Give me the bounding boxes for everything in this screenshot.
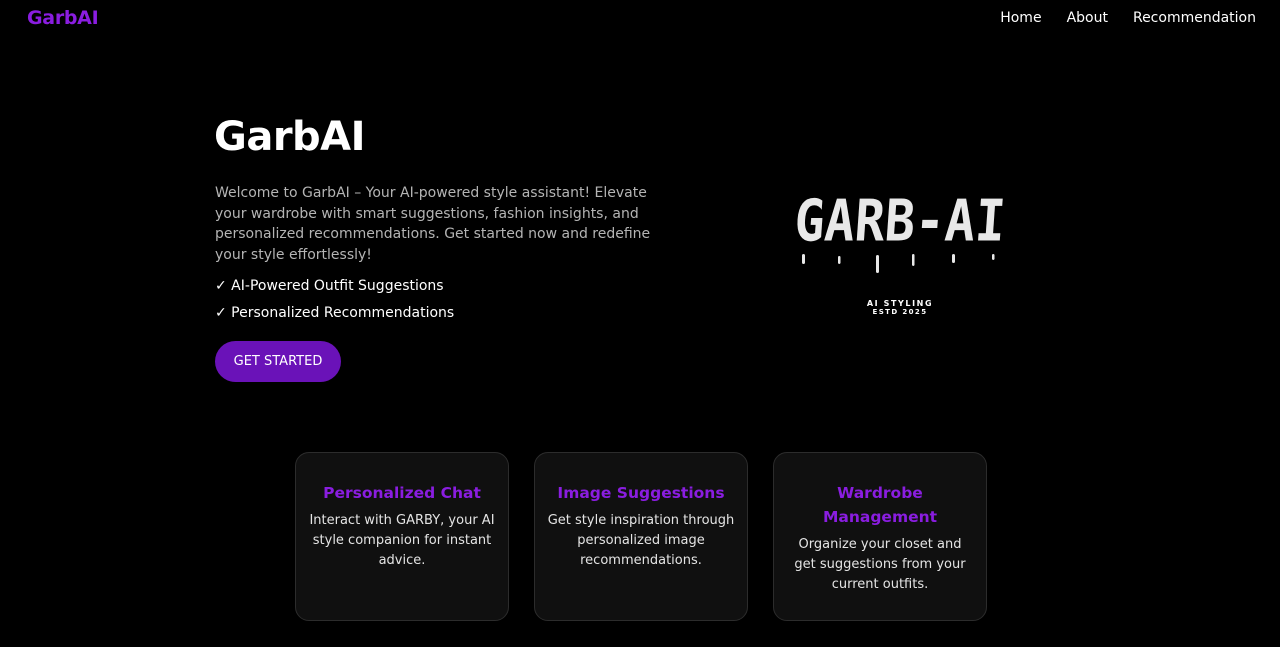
card-text: Interact with GARBY, your AI style compa… (309, 513, 495, 568)
logo-drips-graphic (802, 254, 995, 273)
get-started-button[interactable]: GET STARTED (215, 341, 341, 382)
card-text: Organize your closet and get suggestions… (794, 537, 966, 592)
card-title: Image Suggestions (557, 484, 725, 502)
hero-title: GarbAI (214, 114, 366, 160)
card-title: Personalized Chat (323, 484, 481, 502)
card-wardrobe-management[interactable]: Wardrobe Management Organize your closet… (773, 452, 987, 621)
feature-item-outfit-suggestions: ✓ AI-Powered Outfit Suggestions (215, 278, 444, 294)
nav-link-about[interactable]: About (1067, 10, 1108, 26)
card-personalized-chat[interactable]: Personalized Chat Interact with GARBY, y… (295, 452, 509, 621)
card-image-suggestions[interactable]: Image Suggestions Get style inspiration … (534, 452, 748, 621)
navbar: GarbAI Home About Recommendation (0, 0, 1280, 38)
nav-link-home[interactable]: Home (1000, 10, 1041, 26)
hero-description: Welcome to GarbAI – Your AI-powered styl… (215, 185, 651, 263)
brand-logo-text[interactable]: GarbAI (27, 7, 99, 29)
card-text: Get style inspiration through personaliz… (547, 513, 735, 568)
logo-tagline: AI STYLING (866, 299, 934, 308)
nav-link-recommendation[interactable]: Recommendation (1133, 10, 1256, 26)
logo-established: ESTD 2025 (872, 308, 928, 316)
feature-list: ✓ AI-Powered Outfit Suggestions ✓ Person… (215, 277, 454, 331)
card-title: Wardrobe Management (822, 484, 938, 526)
nav-links: Home About Recommendation (1000, 10, 1256, 26)
garb-ai-logo: GARB-AI AI STYLING ESTD 2025 (780, 188, 1020, 322)
feature-item-recommendations: ✓ Personalized Recommendations (215, 305, 455, 321)
